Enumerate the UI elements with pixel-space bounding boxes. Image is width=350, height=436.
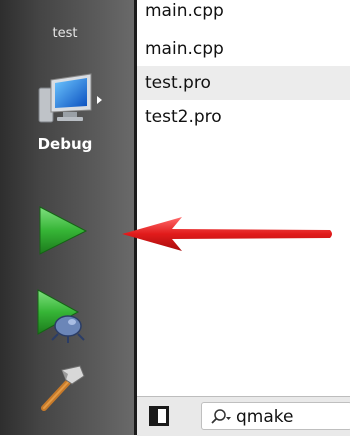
file-item-selected[interactable]: test.pro bbox=[137, 66, 350, 100]
file-item[interactable]: main.cpp bbox=[137, 32, 350, 66]
locator-text: qmake bbox=[236, 407, 294, 427]
kit-name-label: test bbox=[52, 26, 78, 41]
debug-bug-icon bbox=[37, 289, 85, 343]
annotation-arrow bbox=[122, 217, 332, 251]
search-icon bbox=[211, 409, 231, 424]
file-item[interactable]: main.cpp bbox=[137, 0, 350, 28]
file-item[interactable]: test2.pro bbox=[137, 100, 350, 134]
kit-selector[interactable] bbox=[33, 70, 103, 130]
build-hammer-icon bbox=[41, 365, 85, 411]
mode-sidebar: test Debug bbox=[0, 0, 135, 435]
project-file-list: main.cpp main.cpp test.pro test2.pro bbox=[137, 0, 350, 395]
debug-button[interactable] bbox=[32, 286, 92, 346]
build-button[interactable] bbox=[32, 362, 88, 418]
build-mode-label: Debug bbox=[37, 135, 93, 153]
run-button[interactable] bbox=[32, 204, 92, 256]
locator-input[interactable]: qmake bbox=[201, 402, 350, 430]
computer-monitor-icon bbox=[38, 73, 102, 123]
toggle-sidebar-button[interactable] bbox=[149, 406, 169, 426]
locator-bar: qmake bbox=[137, 396, 350, 436]
run-play-icon bbox=[39, 206, 88, 255]
